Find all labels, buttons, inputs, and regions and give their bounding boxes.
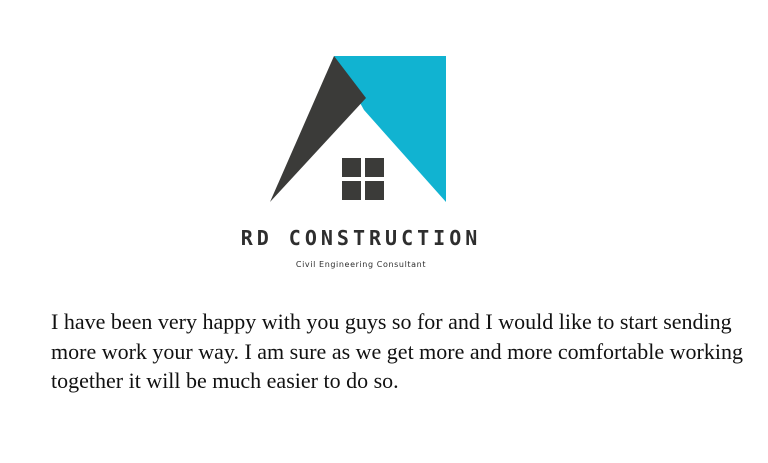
house-roof-logo-icon bbox=[270, 56, 446, 202]
testimonial-text: I have been very happy with you guys so … bbox=[51, 309, 743, 393]
brand-name: RD CONSTRUCTION bbox=[240, 226, 482, 250]
brand-tagline: Civil Engineering Consultant bbox=[295, 260, 427, 269]
company-logo: RD CONSTRUCTION Civil Engineering Consul… bbox=[0, 0, 768, 290]
window-icon bbox=[342, 158, 384, 200]
roof-accent-shape bbox=[334, 56, 446, 202]
